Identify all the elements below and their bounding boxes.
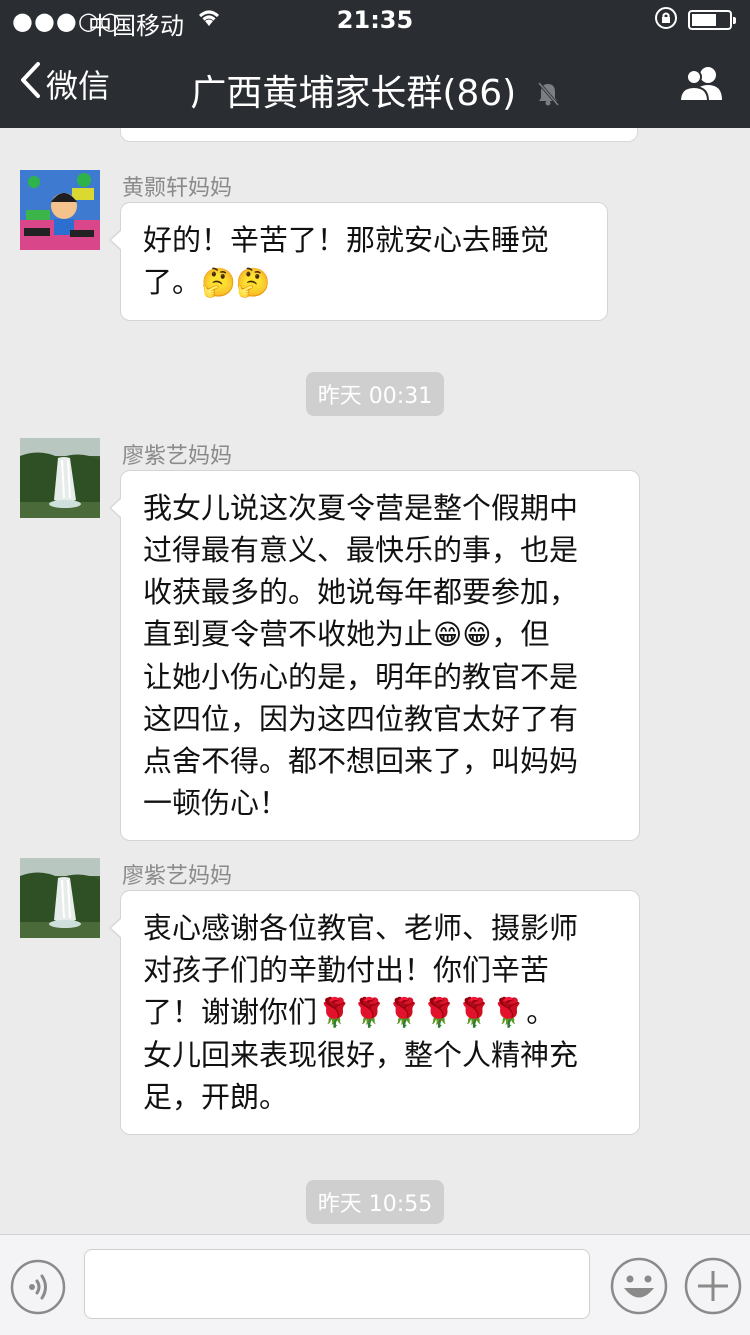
- battery-icon: [688, 10, 736, 30]
- input-bar: [0, 1234, 750, 1335]
- timestamp: 昨天 00:31: [0, 372, 750, 416]
- plus-icon: [684, 1257, 742, 1315]
- rose-emoji: 🌹: [351, 996, 387, 1029]
- message-text-line: 直到夏令营不收她为止😁😁，但: [143, 613, 619, 656]
- sender-name: 廖紫艺妈妈: [122, 864, 233, 889]
- message-text-line: 收获最多的。她说每年都要参加，: [143, 575, 579, 609]
- message-text: 了。: [143, 265, 202, 299]
- rotation-lock-icon: [654, 6, 678, 35]
- group-members-button[interactable]: [678, 64, 726, 108]
- timestamp: 昨天 10:55: [0, 1180, 750, 1224]
- message-text-line: 了！谢谢你们🌹🌹🌹🌹🌹🌹。: [143, 991, 619, 1034]
- avatar[interactable]: [20, 438, 100, 518]
- message-text: 。: [526, 995, 556, 1029]
- status-bar: ●●●○○ 中国移动 21:35: [0, 0, 750, 40]
- smiley-icon: [610, 1257, 668, 1315]
- more-options-button[interactable]: [684, 1257, 742, 1315]
- message-text: ，但: [491, 617, 550, 651]
- message-text-line: 点舍不得。都不想回来了，叫妈妈: [143, 744, 579, 778]
- message-text-line: 女儿回来表现很好，整个人精神充: [143, 1038, 579, 1072]
- thinking-emoji: 🤔: [235, 266, 271, 299]
- message-text-line: 衷心感谢各位教官、老师、摄影师: [143, 911, 579, 945]
- message-text-line: 足，开朗。: [143, 1080, 289, 1114]
- message-input[interactable]: [84, 1249, 590, 1319]
- timestamp-label: 昨天 10:55: [305, 1180, 445, 1224]
- chat-message-list[interactable]: 黄颢轩妈妈 好的！辛苦了！那就安心去睡觉 了。🤔🤔 昨天 00:31 廖紫艺妈妈: [0, 128, 750, 1234]
- rose-emoji: 🌹: [386, 996, 422, 1029]
- sender-name: 黄颢轩妈妈: [122, 176, 233, 201]
- thinking-emoji: 🤔: [201, 266, 236, 299]
- timestamp-label: 昨天 00:31: [305, 372, 445, 416]
- voice-icon: [10, 1259, 66, 1315]
- rose-emoji: 🌹: [491, 996, 527, 1029]
- avatar[interactable]: [20, 858, 100, 938]
- message-bubble[interactable]: 衷心感谢各位教官、老师、摄影师 对孩子们的辛勤付出！你们辛苦 了！谢谢你们🌹🌹🌹…: [109, 890, 640, 1135]
- message-bubble[interactable]: 我女儿说这次夏令营是整个假期中 过得最有意义、最快乐的事，也是 收获最多的。她说…: [109, 470, 640, 841]
- message-text-line: 一顿伤心！: [143, 786, 289, 820]
- sender-name: 廖紫艺妈妈: [122, 444, 233, 469]
- group-members-icon: [678, 67, 722, 102]
- mute-bell-icon: [536, 75, 560, 116]
- message-text-line: 好的！辛苦了！那就安心去睡觉: [143, 223, 550, 257]
- chat-title-wrap: 广西黄埔家长群(86): [0, 64, 750, 116]
- emoji-button[interactable]: [610, 1257, 668, 1315]
- nav-bar: 微信 广西黄埔家长群(86): [0, 40, 750, 128]
- previous-message-bubble[interactable]: [120, 128, 638, 142]
- message-text-line: 让她小伤心的是，明年的教官不是: [143, 660, 579, 694]
- message-text-line: 这四位，因为这四位教官太好了有: [143, 702, 579, 736]
- clock: 21:35: [336, 6, 414, 34]
- rose-emoji: 🌹: [421, 996, 457, 1029]
- avatar[interactable]: [20, 170, 100, 250]
- message-text-line: 过得最有意义、最快乐的事，也是: [143, 533, 579, 567]
- message-text: 直到夏令营不收她为止: [143, 617, 434, 651]
- rose-emoji: 🌹: [317, 996, 352, 1029]
- voice-input-button[interactable]: [10, 1259, 66, 1315]
- message-text-line: 我女儿说这次夏令营是整个假期中: [143, 491, 579, 525]
- grin-emoji: 😁: [433, 618, 463, 651]
- grin-emoji: 😁: [462, 618, 492, 651]
- message-text: 了！谢谢你们: [143, 995, 318, 1029]
- message-text-line: 对孩子们的辛勤付出！你们辛苦: [143, 953, 550, 987]
- chat-title: 广西黄埔家长群(86): [190, 73, 517, 114]
- message-text-line: 了。🤔🤔: [143, 261, 587, 304]
- message-bubble[interactable]: 好的！辛苦了！那就安心去睡觉 了。🤔🤔: [109, 202, 608, 321]
- rose-emoji: 🌹: [456, 996, 492, 1029]
